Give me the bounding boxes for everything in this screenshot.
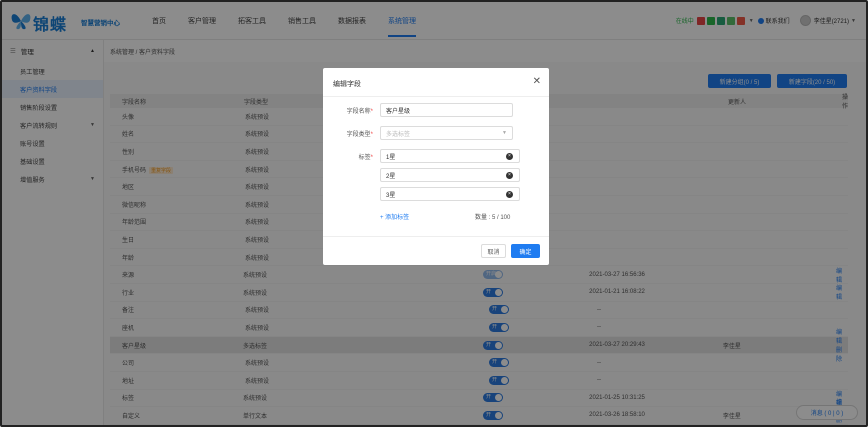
dialog-footer-divider xyxy=(323,236,549,237)
tags-label: 标签* xyxy=(358,155,373,161)
remove-tag-icon[interactable]: × xyxy=(506,152,513,160)
tag-input[interactable]: 3星 xyxy=(380,187,520,201)
edit-field-dialog: 编辑字段 ✕ 字段名称* 客户星级 字段类型* 多选标签 ▼ 标签* 1星 × 2星… xyxy=(323,68,549,265)
field-type-label: 字段类型* xyxy=(346,132,373,138)
confirm-button[interactable]: 确定 xyxy=(511,244,540,258)
field-type-select[interactable]: 多选标签 ▼ xyxy=(380,126,513,140)
field-type-placeholder: 多选标签 xyxy=(386,131,411,138)
tag-input[interactable]: 1星 xyxy=(380,149,520,163)
cancel-button[interactable]: 取消 xyxy=(481,244,506,258)
tag-input[interactable]: 2星 xyxy=(380,168,520,182)
add-tag-link[interactable]: + 添加标签 xyxy=(380,212,409,221)
field-name-input[interactable]: 客户星级 xyxy=(380,103,513,117)
app-window: 锦蝶 智慧营销中心 首页 客户管理 拓客工具 销售工具 数据报表 系统管理 在线中 ▼ 联… xyxy=(0,0,868,427)
close-icon[interactable]: ✕ xyxy=(533,76,541,87)
field-name-label: 字段名称* xyxy=(346,109,373,115)
remove-tag-icon[interactable]: × xyxy=(506,190,513,198)
tag-count: 数量 : 5 / 100 xyxy=(475,215,511,221)
remove-tag-icon[interactable]: × xyxy=(506,171,513,179)
dialog-title: 编辑字段 xyxy=(333,81,361,88)
dialog-divider xyxy=(323,96,549,97)
chevron-down-icon: ▼ xyxy=(502,130,507,136)
